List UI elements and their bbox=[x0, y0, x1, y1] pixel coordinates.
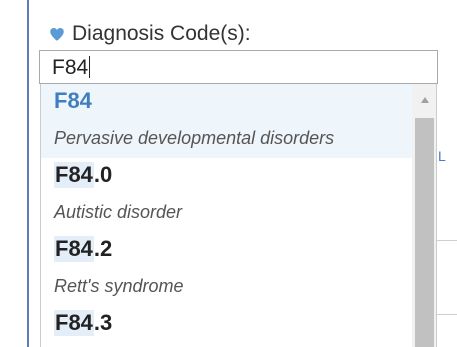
background-divider bbox=[437, 240, 457, 241]
input-value: F84 bbox=[52, 56, 89, 79]
option-description: Autistic disorder bbox=[54, 201, 183, 222]
option-f84-3[interactable]: F84 .3 bbox=[41, 306, 412, 340]
diagnosis-code-label: Diagnosis Code(s): bbox=[48, 20, 251, 48]
triangle-up-icon bbox=[420, 97, 429, 103]
option-code-rest: .3 bbox=[93, 310, 113, 335]
background-divider bbox=[437, 314, 457, 315]
option-code: F84 .0 bbox=[54, 158, 412, 192]
option-code-rest: .0 bbox=[93, 162, 113, 187]
diagnosis-code-input[interactable]: F84 bbox=[39, 50, 438, 84]
heart-icon bbox=[50, 28, 64, 41]
diagnosis-code-label-text: Diagnosis Code(s): bbox=[72, 22, 251, 45]
option-code: F84 .3 bbox=[54, 306, 412, 340]
option-f84-0[interactable]: F84 .0 Autistic disorder bbox=[41, 158, 412, 232]
partial-background-link[interactable]: L bbox=[438, 148, 446, 164]
option-description: Pervasive developmental disorders bbox=[54, 127, 335, 148]
form-panel: Diagnosis Code(s): F84 F84 Pervasive dev… bbox=[0, 0, 457, 347]
option-f84-2[interactable]: F84 .2 Rett's syndrome bbox=[41, 232, 412, 306]
option-f84[interactable]: F84 Pervasive developmental disorders bbox=[41, 84, 412, 158]
option-list: F84 Pervasive developmental disorders F8… bbox=[41, 84, 412, 340]
text-caret bbox=[89, 56, 91, 78]
scroll-up-button[interactable] bbox=[412, 84, 436, 116]
option-code: F84 bbox=[54, 84, 412, 118]
option-description: Rett's syndrome bbox=[54, 275, 184, 296]
option-code-match: F84 bbox=[54, 310, 94, 336]
option-code-rest: .2 bbox=[93, 236, 113, 261]
dropdown-scrollbar[interactable] bbox=[412, 84, 436, 347]
option-code: F84 .2 bbox=[54, 232, 412, 266]
panel-left-border bbox=[27, 0, 29, 347]
option-code-match: F84 bbox=[54, 162, 94, 188]
option-code-match: F84 bbox=[54, 236, 94, 262]
autocomplete-dropdown: F84 Pervasive developmental disorders F8… bbox=[40, 84, 437, 347]
option-code-match: F84 bbox=[54, 88, 92, 113]
scroll-thumb[interactable] bbox=[415, 118, 434, 347]
